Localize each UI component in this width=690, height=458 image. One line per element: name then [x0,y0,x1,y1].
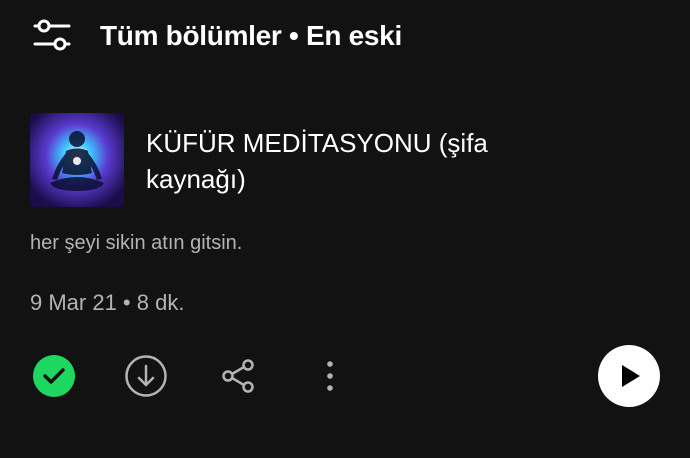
filter-label[interactable]: Tüm bölümler • En eski [100,20,402,52]
play-button[interactable] [598,345,660,407]
meditation-cover-image [30,113,124,207]
episode-meta: 9 Mar 21 • 8 dk. [30,290,185,315]
sliders-icon[interactable] [32,16,72,56]
episode-description: her şeyi sikin atın gitsin. [30,232,243,254]
play-icon [622,365,640,387]
download-icon[interactable] [122,352,170,400]
episode-actions [30,345,660,407]
more-vertical-icon[interactable] [306,352,354,400]
share-icon[interactable] [214,352,262,400]
check-circle-icon[interactable] [30,352,78,400]
episode-title[interactable]: KÜFÜR MEDİTASYONU (şifa kaynağı) [146,125,586,197]
filter-bar[interactable]: Tüm bölümler • En eski [32,16,402,56]
